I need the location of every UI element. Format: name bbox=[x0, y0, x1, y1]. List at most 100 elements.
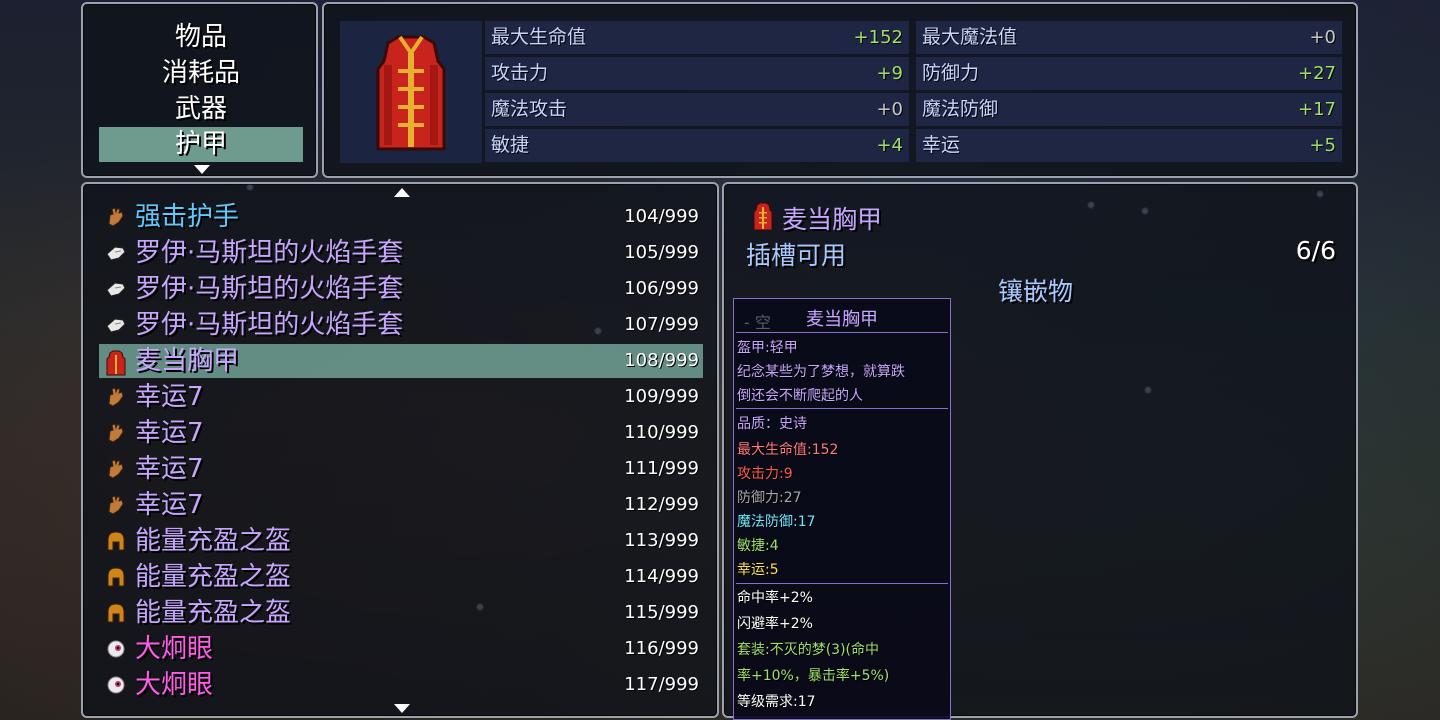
category-items[interactable]: 物品 bbox=[99, 20, 303, 55]
gauntlet-icon bbox=[105, 206, 127, 228]
stat-value: +17 bbox=[1298, 99, 1336, 120]
item-name: 麦当胸甲 bbox=[135, 346, 240, 376]
item-count: 106/999 bbox=[624, 278, 699, 299]
item-name: 罗伊·马斯坦的火焰手套 bbox=[135, 310, 404, 340]
helmet-icon bbox=[105, 566, 127, 588]
item-name: 幸运7 bbox=[135, 418, 204, 448]
glove-icon bbox=[105, 314, 127, 336]
stat-agility: 敏捷 +4 bbox=[485, 129, 909, 162]
item-row[interactable]: 麦当胸甲 108/999 bbox=[99, 344, 703, 378]
stat-value: +0 bbox=[876, 99, 903, 120]
eyeball-icon bbox=[105, 638, 127, 660]
tooltip-line: 敏捷:4 bbox=[737, 538, 779, 554]
stat-label: 防御力 bbox=[922, 62, 980, 84]
item-count: 114/999 bbox=[624, 566, 699, 587]
scroll-down-arrow-icon[interactable] bbox=[394, 704, 410, 713]
item-name: 幸运7 bbox=[135, 382, 204, 412]
category-consumables[interactable]: 消耗品 bbox=[99, 56, 303, 91]
item-name: 能量充盈之盔 bbox=[135, 598, 292, 628]
item-count: 110/999 bbox=[624, 422, 699, 443]
tooltip-divider bbox=[736, 408, 948, 409]
scroll-up-arrow-icon[interactable] bbox=[394, 188, 410, 197]
category-window: 物品 消耗品 武器 护甲 bbox=[81, 2, 318, 178]
item-row[interactable]: 能量充盈之盔 113/999 bbox=[99, 524, 703, 558]
glove-icon bbox=[105, 278, 127, 300]
item-count: 107/999 bbox=[624, 314, 699, 335]
tooltip-line: 率+10%，暴击率+5%) bbox=[737, 668, 890, 684]
item-row[interactable]: 强击护手 104/999 bbox=[99, 200, 703, 234]
stat-luck: 幸运 +5 bbox=[916, 129, 1342, 162]
item-row[interactable]: 幸运7 110/999 bbox=[99, 416, 703, 450]
tooltip-line: 纪念某些为了梦想，就算跌 bbox=[737, 364, 905, 380]
item-name: 幸运7 bbox=[135, 454, 204, 484]
item-row[interactable]: 大炯眼 117/999 bbox=[99, 668, 703, 702]
tooltip-line: 魔法防御:17 bbox=[737, 514, 816, 530]
stat-attack: 攻击力 +9 bbox=[485, 57, 909, 90]
item-row[interactable]: 能量充盈之盔 114/999 bbox=[99, 560, 703, 594]
tooltip-line: 品质：史诗 bbox=[737, 416, 807, 432]
gauntlet-icon bbox=[105, 494, 127, 516]
item-count: 115/999 bbox=[624, 602, 699, 623]
stat-max-hp: 最大生命值 +152 bbox=[485, 21, 909, 54]
chest-armor-icon bbox=[105, 350, 127, 376]
item-row[interactable]: 能量充盈之盔 115/999 bbox=[99, 596, 703, 630]
item-name: 幸运7 bbox=[135, 490, 204, 520]
tooltip-line: 幸运:5 bbox=[737, 562, 779, 578]
item-count: 109/999 bbox=[624, 386, 699, 407]
item-count: 111/999 bbox=[624, 458, 699, 479]
inlay-label: 镶嵌物 bbox=[998, 277, 1074, 306]
scroll-down-arrow-icon[interactable] bbox=[194, 165, 210, 174]
item-name: 能量充盈之盔 bbox=[135, 562, 292, 592]
stat-label: 敏捷 bbox=[491, 134, 530, 156]
stat-value: +9 bbox=[876, 63, 903, 84]
eyeball-icon bbox=[105, 674, 127, 696]
glove-icon bbox=[105, 242, 127, 264]
item-name: 罗伊·马斯坦的火焰手套 bbox=[135, 238, 404, 268]
item-row[interactable]: 罗伊·马斯坦的火焰手套 107/999 bbox=[99, 308, 703, 342]
tooltip-line: 最大生命值:152 bbox=[737, 442, 839, 458]
item-count: 113/999 bbox=[624, 530, 699, 551]
stat-label: 最大生命值 bbox=[491, 26, 587, 48]
tooltip-line: 套装:不灭的梦(3)(命中 bbox=[737, 642, 880, 658]
stat-value: +152 bbox=[853, 27, 903, 48]
item-row[interactable]: 大炯眼 116/999 bbox=[99, 632, 703, 666]
tooltip-line: 等级需求:17 bbox=[737, 694, 816, 710]
item-name: 罗伊·马斯坦的火焰手套 bbox=[135, 274, 404, 304]
helmet-icon bbox=[105, 602, 127, 624]
item-count: 105/999 bbox=[624, 242, 699, 263]
category-armor[interactable]: 护甲 bbox=[99, 127, 303, 162]
stat-magic-attack: 魔法攻击 +0 bbox=[485, 93, 909, 126]
gauntlet-icon bbox=[105, 422, 127, 444]
gauntlet-icon bbox=[105, 458, 127, 480]
slots-available-label: 插槽可用 bbox=[746, 241, 847, 270]
stat-value: +0 bbox=[1309, 27, 1336, 48]
stat-label: 最大魔法值 bbox=[922, 26, 1018, 48]
item-count: 112/999 bbox=[624, 494, 699, 515]
equipment-portrait bbox=[340, 21, 482, 163]
chest-armor-icon bbox=[753, 202, 773, 231]
item-name: 大炯眼 bbox=[135, 670, 214, 700]
helmet-icon bbox=[105, 530, 127, 552]
category-weapons[interactable]: 武器 bbox=[99, 92, 303, 127]
item-count: 108/999 bbox=[624, 350, 699, 371]
tooltip-divider bbox=[736, 583, 948, 584]
item-row[interactable]: 罗伊·马斯坦的火焰手套 105/999 bbox=[99, 236, 703, 270]
slots-count: 6/6 bbox=[1295, 236, 1336, 265]
item-name: 能量充盈之盔 bbox=[135, 526, 292, 556]
item-tooltip: - 空 麦当胸甲 盔甲:轻甲 纪念某些为了梦想，就算跌 倒还会不断爬起的人 品质：史诗… bbox=[733, 298, 951, 720]
stat-label: 魔法防御 bbox=[922, 98, 999, 120]
stat-magic-defense: 魔法防御 +17 bbox=[916, 93, 1342, 126]
stats-window: 最大生命值 +152 最大魔法值 +0 攻击力 +9 防御力 +27 魔法攻击 … bbox=[322, 2, 1358, 178]
tooltip-line: 闪避率+2% bbox=[737, 616, 813, 632]
item-count: 104/999 bbox=[624, 206, 699, 227]
item-row[interactable]: 幸运7 109/999 bbox=[99, 380, 703, 414]
item-row[interactable]: 罗伊·马斯坦的火焰手套 106/999 bbox=[99, 272, 703, 306]
item-count: 117/999 bbox=[624, 674, 699, 695]
item-list-window: 强击护手 104/999 罗伊·马斯坦的火焰手套 105/999 罗伊·马斯坦的火焰手套… bbox=[81, 182, 719, 718]
item-row[interactable]: 幸运7 111/999 bbox=[99, 452, 703, 486]
stat-label: 幸运 bbox=[922, 134, 961, 156]
item-row[interactable]: 幸运7 112/999 bbox=[99, 488, 703, 522]
tooltip-title: 麦当胸甲 bbox=[806, 309, 878, 330]
stat-value: +5 bbox=[1309, 135, 1336, 156]
item-name: 大炯眼 bbox=[135, 634, 214, 664]
